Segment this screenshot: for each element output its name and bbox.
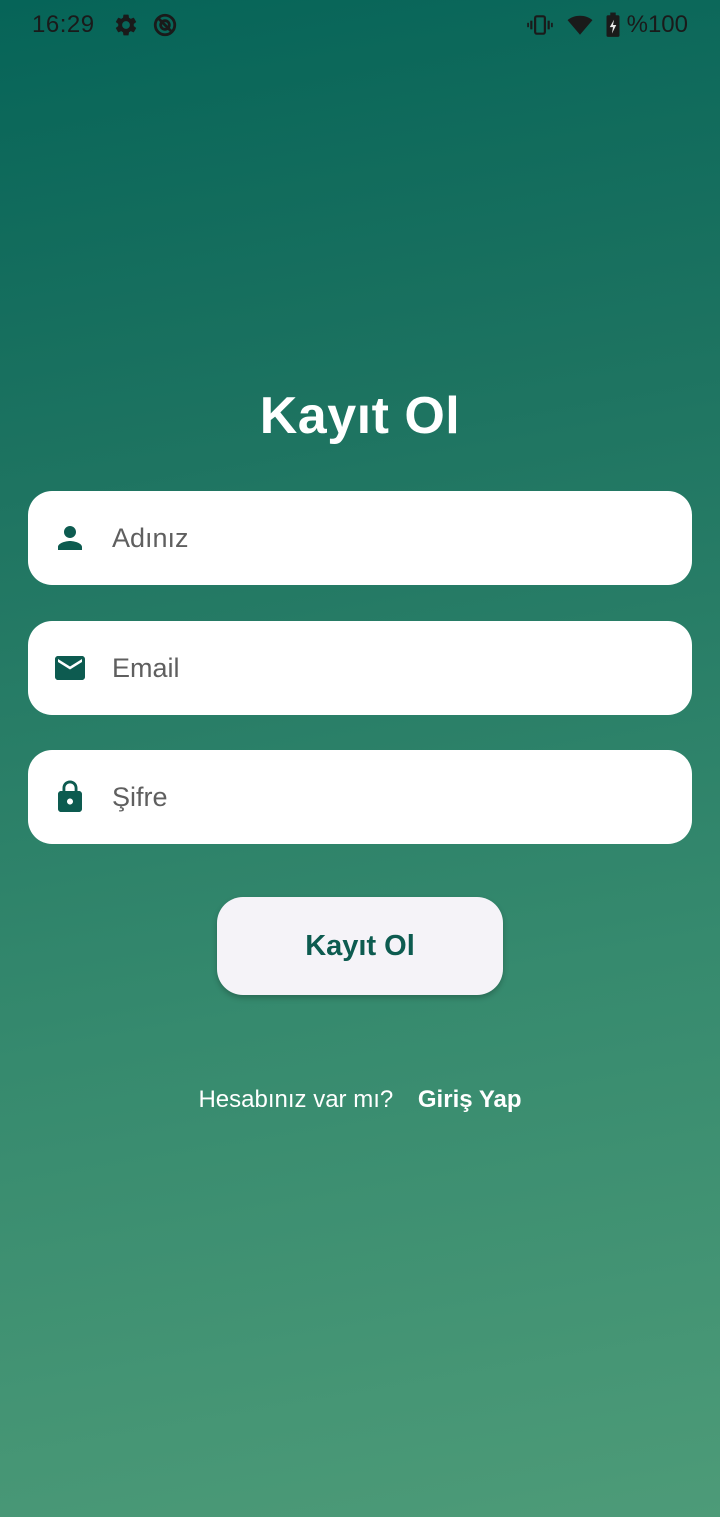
password-field[interactable] bbox=[28, 750, 692, 844]
gear-icon bbox=[115, 14, 137, 36]
battery-percentage: %100 bbox=[626, 11, 688, 38]
email-field[interactable] bbox=[28, 621, 692, 715]
status-time: 16:29 bbox=[32, 11, 95, 38]
email-input[interactable] bbox=[112, 621, 672, 715]
lock-icon bbox=[58, 780, 82, 812]
register-button[interactable]: Kayıt Ol bbox=[217, 897, 503, 995]
battery-charging-icon bbox=[606, 12, 620, 37]
mail-icon bbox=[55, 656, 85, 680]
vibrate-icon bbox=[527, 15, 553, 35]
status-bar: 16:29 %100 bbox=[0, 0, 720, 52]
page-title: Kayıt Ol bbox=[259, 387, 461, 445]
name-field[interactable] bbox=[28, 491, 692, 585]
person-icon bbox=[58, 526, 82, 550]
login-link[interactable]: Giriş Yap bbox=[418, 1086, 522, 1113]
data-saver-icon bbox=[153, 13, 177, 37]
name-input[interactable] bbox=[112, 491, 672, 585]
login-question: Hesabınız var mı? bbox=[198, 1086, 394, 1113]
password-input[interactable] bbox=[112, 750, 672, 844]
wifi-icon bbox=[567, 15, 593, 35]
login-prompt: Hesabınız var mı? Giriş Yap bbox=[0, 1086, 720, 1114]
